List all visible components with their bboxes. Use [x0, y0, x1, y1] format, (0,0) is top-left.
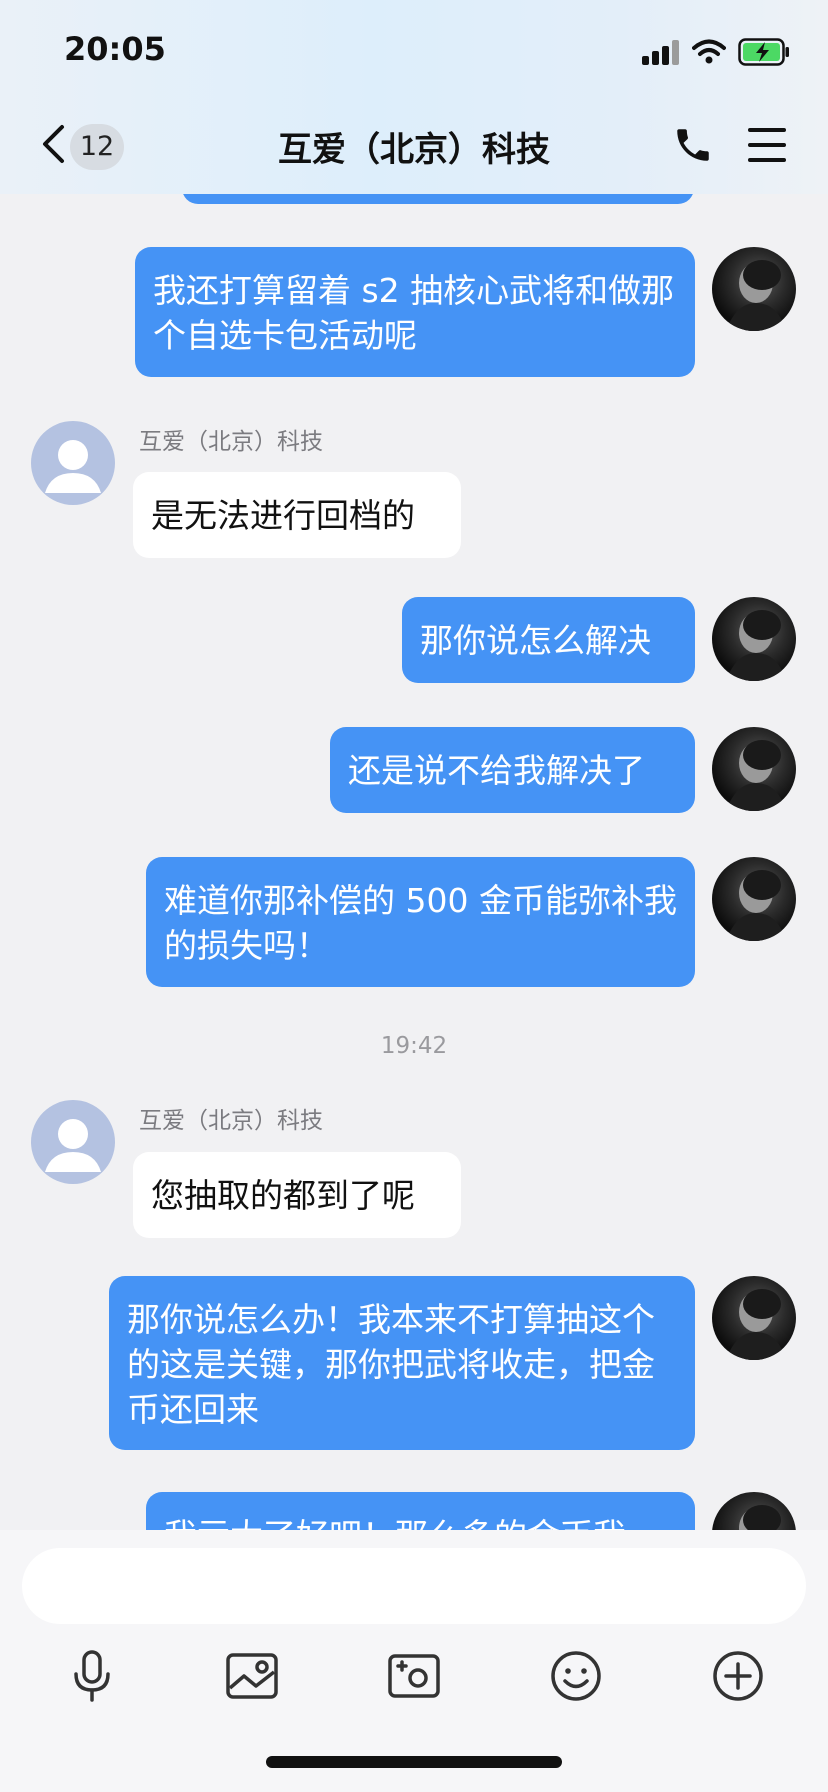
sender-name: 互爱（北京）科技: [139, 429, 323, 455]
sender-name: 互爱（北京）科技: [139, 1108, 323, 1134]
my-avatar[interactable]: [712, 597, 796, 681]
cellular-signal-icon: [642, 39, 680, 65]
message-timestamp: 19:42: [380, 1033, 448, 1059]
message-bubble[interactable]: 那你说怎么解决: [402, 597, 695, 683]
image-icon[interactable]: [222, 1646, 282, 1706]
microphone-icon[interactable]: [62, 1646, 122, 1706]
message-input[interactable]: [22, 1548, 806, 1624]
message-bubble[interactable]: 您抽取的都到了呢: [133, 1152, 461, 1238]
message-text: 您抽取的都到了呢: [151, 1176, 415, 1215]
my-avatar[interactable]: [712, 1492, 796, 1530]
message-text: 我亏大了好吧！那么多的金币我: [164, 1516, 626, 1530]
contact-avatar[interactable]: [31, 1100, 115, 1184]
phone-icon[interactable]: [672, 124, 714, 166]
person-photo-icon: [726, 870, 786, 941]
message-bubble[interactable]: 是无法进行回档的: [133, 472, 461, 558]
user-placeholder-icon: [45, 440, 101, 493]
message-text: 那你说怎么办！我本来不打算抽这个的这是关键，那你把武将收走，把金币还回来: [127, 1300, 655, 1429]
user-placeholder-icon: [45, 1119, 101, 1172]
home-indicator[interactable]: [266, 1756, 562, 1768]
message-text: 难道你那补偿的 500 金币能弥补我的损失吗！: [164, 881, 677, 965]
my-avatar[interactable]: [712, 857, 796, 941]
message-text: 那你说怎么解决: [420, 621, 651, 660]
message-bubble[interactable]: 我还打算留着 s2 抽核心武将和做那个自选卡包活动呢: [135, 247, 695, 377]
message-bubble[interactable]: 那你说怎么办！我本来不打算抽这个的这是关键，那你把武将收走，把金币还回来: [109, 1276, 695, 1450]
message-text: 我还打算留着 s2 抽核心武将和做那个自选卡包活动呢: [153, 271, 675, 355]
menu-icon[interactable]: [748, 128, 786, 162]
plus-icon[interactable]: [708, 1646, 768, 1706]
wifi-icon: [692, 39, 726, 65]
status-time: 20:05: [64, 30, 166, 68]
person-photo-icon: [739, 1505, 781, 1530]
person-photo-icon: [726, 1289, 786, 1360]
message-bubble[interactable]: 还是说不给我解决了: [330, 727, 695, 813]
emoji-icon[interactable]: [546, 1646, 606, 1706]
person-photo-icon: [726, 260, 786, 331]
message-bubble[interactable]: 难道你那补偿的 500 金币能弥补我的损失吗！: [146, 857, 695, 987]
message-bubble[interactable]: 我亏大了好吧！那么多的金币我: [146, 1492, 695, 1530]
message-text: 还是说不给我解决了: [348, 751, 645, 790]
contact-avatar[interactable]: [31, 421, 115, 505]
my-avatar[interactable]: [712, 247, 796, 331]
my-avatar[interactable]: [712, 727, 796, 811]
chat-area[interactable]: 我还打算留着 s2 抽核心武将和做那个自选卡包活动呢 互爱（北京）科技 是无法进…: [0, 0, 828, 1530]
status-indicators: [642, 36, 790, 68]
camera-icon[interactable]: [384, 1646, 444, 1706]
person-photo-icon: [726, 740, 786, 811]
message-text: 是无法进行回档的: [151, 496, 415, 535]
input-toolbar: [0, 1530, 828, 1792]
my-avatar[interactable]: [712, 1276, 796, 1360]
battery-charging-icon: [738, 38, 790, 66]
person-photo-icon: [726, 610, 786, 681]
navigation-bar: 20:05 12 互爱（北京）科技: [0, 0, 828, 194]
